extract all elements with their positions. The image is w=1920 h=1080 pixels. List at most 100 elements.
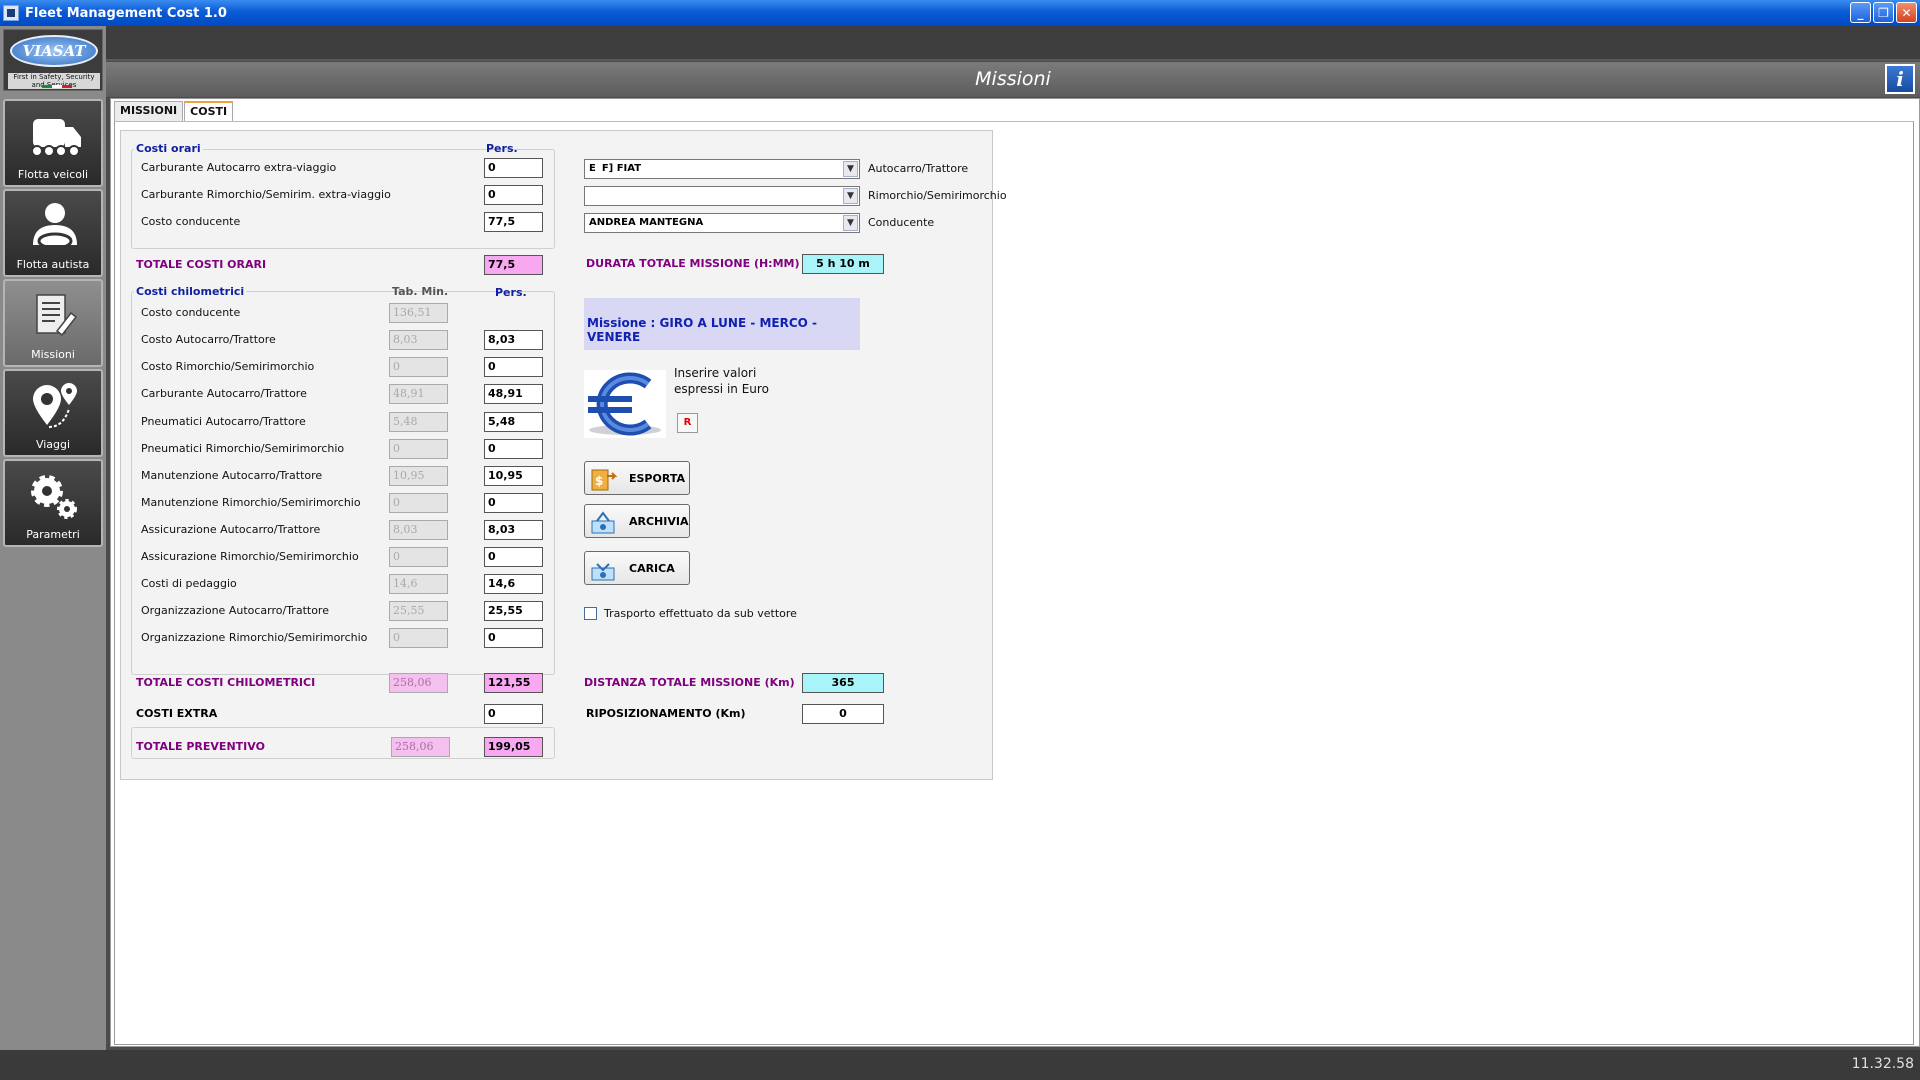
totale-costi-orari-label: TOTALE COSTI ORARI xyxy=(136,258,267,271)
km-row-pers-input[interactable]: 5,48 xyxy=(484,412,543,432)
durata-value: 5 h 10 m xyxy=(802,254,884,274)
italian-flag-icon xyxy=(42,85,72,88)
durata-label: DURATA TOTALE MISSIONE (H:MM) xyxy=(586,257,800,270)
km-row-label: Organizzazione Rimorchio/Semirimorchio xyxy=(141,631,368,644)
km-row-label: Costi di pedaggio xyxy=(141,577,237,590)
row-label: Carburante Autocarro extra-viaggio xyxy=(141,161,337,174)
chevron-down-icon[interactable]: ▼ xyxy=(843,161,858,177)
tab-missioni[interactable]: MISSIONI xyxy=(114,101,184,121)
km-row-pers-input[interactable]: 0 xyxy=(484,628,543,648)
km-row-pers-input[interactable]: 25,55 xyxy=(484,601,543,621)
archive-icon xyxy=(591,511,615,534)
rimorchio-select[interactable]: ▼ xyxy=(584,186,860,206)
svg-text:$: $ xyxy=(595,474,603,488)
sidebar: VIASAT First in Safety, Security and Ser… xyxy=(0,26,106,1050)
km-row-tab-min: 0 xyxy=(389,547,448,567)
costi-extra-input[interactable]: 0 xyxy=(484,704,543,724)
km-row-pers-input[interactable]: 14,6 xyxy=(484,574,543,594)
logo-brand: VIASAT xyxy=(10,35,98,67)
driver-icon xyxy=(33,203,77,250)
costi-orari-pers-header: Pers. xyxy=(486,142,518,155)
chevron-down-icon[interactable]: ▼ xyxy=(843,215,858,231)
export-icon: $ xyxy=(591,469,618,491)
info-button[interactable]: i xyxy=(1885,64,1915,94)
row-label: Carburante Rimorchio/Semirim. extra-viag… xyxy=(141,188,391,201)
sidebar-item-missioni[interactable]: Missioni xyxy=(3,279,103,367)
restore-button[interactable]: ❐ xyxy=(1873,2,1894,23)
km-row-pers-input[interactable]: 0 xyxy=(484,547,543,567)
tab-pane-costi: Costi orari Pers. Carburante Autocarro e… xyxy=(114,121,1914,1045)
km-row-tab-min: 0 xyxy=(389,357,448,377)
costi-km-label: Costi chilometrici xyxy=(134,285,247,298)
km-row-tab-min: 136,51 xyxy=(389,303,448,323)
chevron-down-icon[interactable]: ▼ xyxy=(843,188,858,204)
carica-label: CARICA xyxy=(629,562,675,575)
sidebar-item-label: Missioni xyxy=(31,348,75,361)
totale-preventivo-tab-value: 258,06 xyxy=(391,737,450,757)
close-button[interactable]: ✕ xyxy=(1896,2,1917,23)
km-row-tab-min: 8,03 xyxy=(389,330,448,350)
km-row-label: Costo conducente xyxy=(141,306,241,319)
sidebar-item-viaggi[interactable]: Viaggi xyxy=(3,369,103,457)
autocarro-select[interactable]: E F] FIAT ▼ xyxy=(584,159,860,179)
km-row-label: Assicurazione Autocarro/Trattore xyxy=(141,523,321,536)
status-bar: 11.32.58 xyxy=(0,1050,1920,1080)
tab-costi[interactable]: COSTI xyxy=(184,101,234,121)
truck-icon xyxy=(31,119,81,157)
km-row-tab-min: 8,03 xyxy=(389,520,448,540)
sub-vettore-label: Trasporto effettuato da sub vettore xyxy=(604,607,797,620)
reset-button[interactable]: R xyxy=(677,413,698,433)
riposizionamento-input[interactable]: 0 xyxy=(802,704,884,724)
totale-costi-km-label: TOTALE COSTI CHILOMETRICI xyxy=(136,676,316,689)
carburante-autocarro-extra-input[interactable]: 0 xyxy=(484,158,543,178)
carburante-rimorchio-extra-input[interactable]: 0 xyxy=(484,185,543,205)
km-row-pers-input[interactable]: 8,03 xyxy=(484,330,543,350)
sidebar-item-label: Parametri xyxy=(26,528,80,541)
rimorchio-select-label: Rimorchio/Semirimorchio xyxy=(868,189,1007,202)
km-row-label: Organizzazione Autocarro/Trattore xyxy=(141,604,329,617)
costi-extra-label: COSTI EXTRA xyxy=(136,707,218,720)
window-title: Fleet Management Cost 1.0 xyxy=(25,5,227,21)
map-pin-icon xyxy=(33,383,77,428)
minimize-button[interactable]: _ xyxy=(1850,2,1871,23)
km-row-pers-input[interactable]: 48,91 xyxy=(484,384,543,404)
carica-button[interactable]: CARICA xyxy=(584,551,690,585)
archivia-button[interactable]: ARCHIVIA xyxy=(584,504,690,538)
tab-bar: MISSIONI COSTI xyxy=(114,101,234,121)
km-row-tab-min: 5,48 xyxy=(389,412,448,432)
km-row-pers-input[interactable]: 0 xyxy=(484,439,543,459)
sidebar-item-parametri[interactable]: Parametri xyxy=(3,459,103,547)
km-row-tab-min: 10,95 xyxy=(389,466,448,486)
totale-preventivo-label: TOTALE PREVENTIVO xyxy=(136,740,265,753)
km-row-label: Pneumatici Autocarro/Trattore xyxy=(141,415,306,428)
sidebar-item-flotta-veicoli[interactable]: Flotta veicoli xyxy=(3,99,103,187)
km-row-pers-input[interactable]: 0 xyxy=(484,493,543,513)
riposizionamento-label: RIPOSIZIONAMENTO (Km) xyxy=(586,707,746,720)
sidebar-item-label: Viaggi xyxy=(35,438,71,451)
km-row-pers-input[interactable]: 0 xyxy=(484,357,543,377)
clock: 11.32.58 xyxy=(1851,1056,1914,1072)
km-row-pers-input[interactable]: 10,95 xyxy=(484,466,543,486)
conducente-select[interactable]: ANDREA MANTEGNA ▼ xyxy=(584,213,860,233)
conducente-select-label: Conducente xyxy=(868,216,935,229)
km-row-pers-input[interactable]: 8,03 xyxy=(484,520,543,540)
document-icon xyxy=(36,294,78,337)
page-header: Missioni i xyxy=(106,62,1920,97)
totale-costi-orari-value: 77,5 xyxy=(484,255,543,275)
euro-icon xyxy=(584,370,666,438)
km-row-tab-min: 25,55 xyxy=(389,601,448,621)
km-row-tab-min: 0 xyxy=(389,439,448,459)
sub-vettore-checkbox[interactable] xyxy=(584,607,597,620)
km-row-tab-min: 14,6 xyxy=(389,574,448,594)
km-row-label: Manutenzione Autocarro/Trattore xyxy=(141,469,323,482)
company-logo: VIASAT First in Safety, Security and Ser… xyxy=(3,29,103,91)
costo-conducente-orario-input[interactable]: 77,5 xyxy=(484,212,543,232)
window-titlebar: Fleet Management Cost 1.0 _ ❐ ✕ xyxy=(0,0,1920,26)
main-content: MISSIONI COSTI Costi orari Pers. Carbura… xyxy=(110,98,1920,1047)
esporta-button[interactable]: $ ESPORTA xyxy=(584,461,690,495)
euro-note-line1: Inserire valori xyxy=(674,366,757,380)
load-icon xyxy=(591,563,615,581)
km-row-tab-min: 0 xyxy=(389,628,448,648)
sidebar-item-flotta-autista[interactable]: Flotta autista xyxy=(3,189,103,277)
autocarro-select-value: E F] FIAT xyxy=(589,163,642,174)
